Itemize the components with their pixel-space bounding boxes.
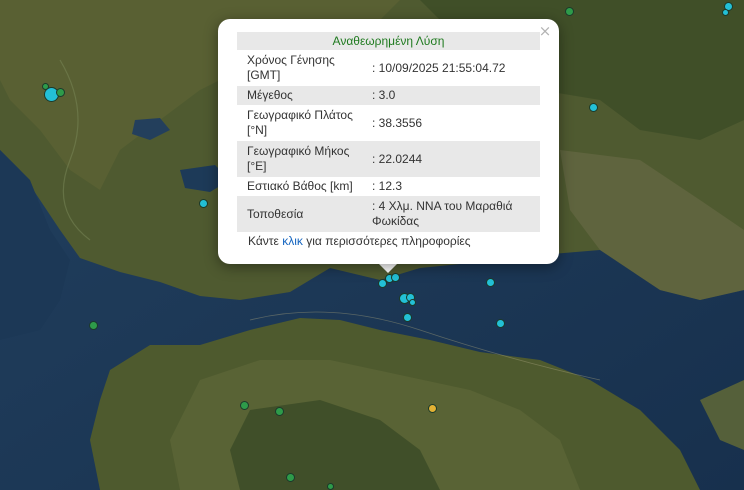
origin-time-value: : 10/09/2025 21:55:04.72 bbox=[372, 60, 506, 75]
earthquake-marker[interactable] bbox=[408, 298, 416, 306]
earthquake-marker[interactable] bbox=[495, 318, 505, 328]
earthquake-info-popup: × Αναθεωρημένη Λύση Χρόνος Γένησης [GMT]… bbox=[218, 19, 559, 264]
earthquake-marker[interactable] bbox=[198, 198, 208, 208]
location-value: : 4 Χλμ. ΝΝΑ του Μαραθιά Φωκίδας bbox=[362, 196, 540, 232]
latitude-label: Γεωγραφικό Πλάτος [°N] bbox=[247, 108, 353, 137]
depth-value: : 12.3 bbox=[372, 179, 403, 193]
earthquake-marker[interactable] bbox=[427, 403, 437, 413]
longitude-value: : 22.0244 bbox=[362, 141, 540, 177]
earthquake-marker[interactable] bbox=[285, 472, 295, 482]
earthquake-marker[interactable] bbox=[588, 102, 598, 112]
latitude-value: : 38.3556 bbox=[372, 115, 423, 130]
footer-prefix: Κάντε bbox=[248, 234, 279, 248]
earthquake-marker[interactable] bbox=[721, 8, 729, 16]
earthquake-marker[interactable] bbox=[485, 277, 495, 287]
location-label: Τοποθεσία bbox=[237, 196, 362, 232]
magnitude-label: Μέγεθος bbox=[237, 86, 362, 105]
earthquake-marker[interactable] bbox=[274, 406, 284, 416]
earthquake-marker[interactable] bbox=[326, 482, 334, 490]
longitude-label: Γεωγραφικό Μήκος [°E] bbox=[237, 141, 362, 177]
popup-pointer bbox=[378, 263, 398, 273]
magnitude-value: : 3.0 bbox=[362, 86, 540, 105]
origin-time-label: Χρόνος Γένησης [GMT] bbox=[247, 53, 335, 82]
earthquake-marker[interactable] bbox=[55, 87, 65, 97]
more-info-line: Κάντε κλικ για περισσότερες πληροφορίες bbox=[248, 234, 471, 248]
earthquake-marker[interactable] bbox=[88, 320, 98, 330]
earthquake-marker[interactable] bbox=[402, 312, 412, 322]
earthquake-marker[interactable] bbox=[564, 6, 574, 16]
earthquake-marker[interactable] bbox=[41, 82, 49, 90]
earthquake-marker[interactable] bbox=[239, 400, 249, 410]
footer-suffix: για περισσότερες πληροφορίες bbox=[306, 234, 471, 248]
earthquake-details-table: Αναθεωρημένη Λύση Χρόνος Γένησης [GMT] : … bbox=[237, 32, 540, 232]
popup-title: Αναθεωρημένη Λύση bbox=[237, 32, 540, 50]
depth-label: Εστιακό Βάθος [km] bbox=[247, 179, 353, 193]
more-info-link[interactable]: κλικ bbox=[282, 234, 303, 248]
earthquake-marker[interactable] bbox=[390, 272, 400, 282]
